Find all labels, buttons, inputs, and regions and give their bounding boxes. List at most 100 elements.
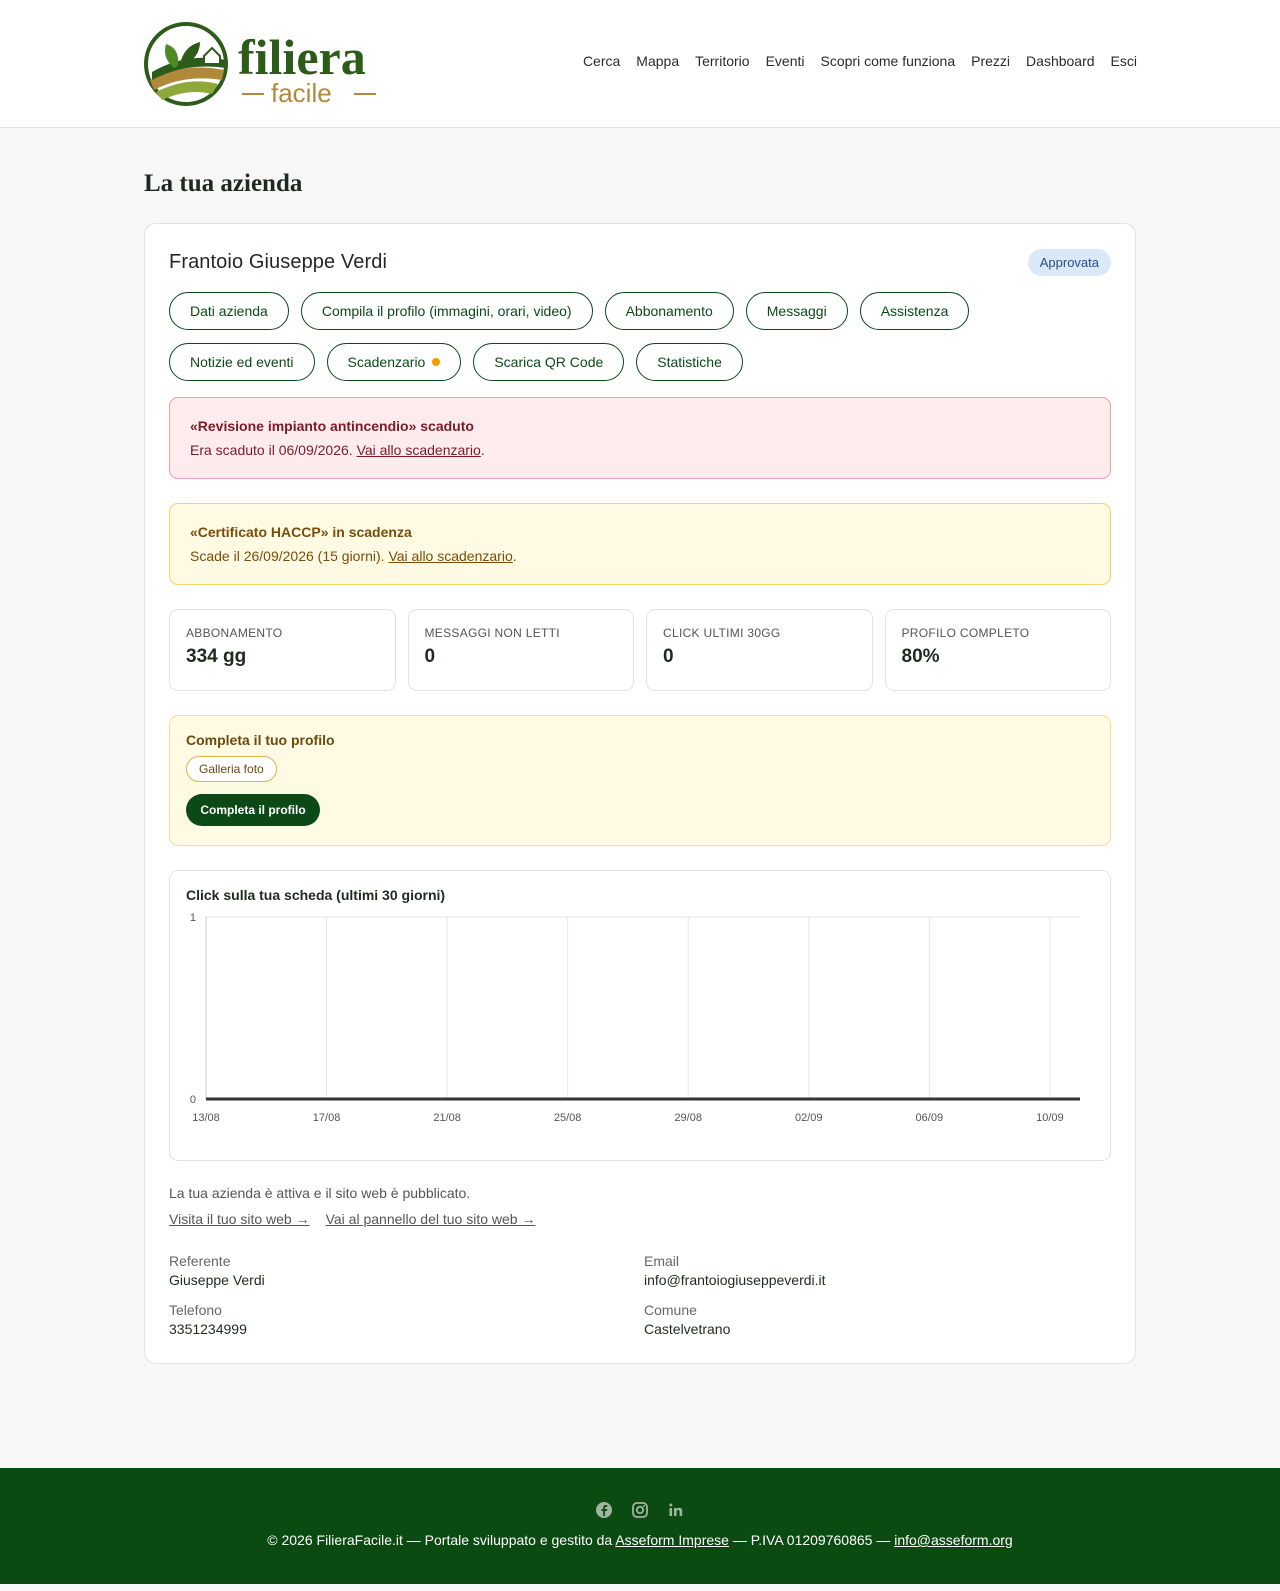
complete-profile-title: Completa il tuo profilo [186,732,335,748]
x-tick-label: 10/09 [1036,1112,1064,1124]
nav-link-scopri-come-funziona[interactable]: Scopri come funziona [821,53,956,69]
detail-telefono: Telefono 3351234999 [169,1302,636,1337]
company-card: Frantoio Giuseppe Verdi Approvata Dati a… [144,223,1136,1364]
site-header: filiera facile Cerca Mappa Territorio Event… [0,0,1280,128]
action-label: Scarica QR Code [494,354,604,370]
alert-title: «Certificato HACCP» in scadenza [190,524,412,540]
alert-text: Era scaduto il 06/09/2026. Vai allo scad… [190,438,1090,462]
go-to-scadenzario-link[interactable]: Vai allo scadenzario [357,442,481,458]
page-title: La tua azienda [144,170,303,197]
compila-profilo-button[interactable]: Compila il profilo (immagini, orari, vid… [300,292,593,330]
missing-section-tag: Galleria foto [186,756,277,782]
nav-link-mappa[interactable]: Mappa [636,53,679,69]
assistenza-button[interactable]: Assistenza [859,292,970,330]
statistiche-button[interactable]: Statistiche [636,343,743,381]
detail-value: info@frantoiogiuseppeverdi.it [644,1272,826,1288]
alert-text-end: . [512,548,517,564]
y-tick-label: 0 [190,1094,196,1106]
messaggi-button[interactable]: Messaggi [745,292,848,330]
x-tick-label: 25/08 [554,1112,582,1124]
clicks-line-chart: 13/08 17/08 21/08 25/08 29/08 02/09 06/09 10/09… [190,912,1080,1124]
complete-profile-box: Completa il tuo profilo Galleria foto Co… [169,715,1111,846]
logo-wordmark-bottom: facile [271,78,332,108]
x-tick-label: 02/09 [795,1112,823,1124]
action-label: Messaggi [766,303,827,319]
stat-label: Messaggi non letti [424,626,560,640]
stat-value: 80% [901,646,940,667]
action-label: Notizie ed eventi [190,354,294,370]
instagram-icon[interactable] [630,1500,650,1520]
action-label: Dati azienda [190,303,268,319]
site-status-text: La tua azienda è attiva e il sito web è … [169,1185,471,1201]
stat-label: Profilo completo [901,626,1030,640]
x-tick-label: 06/09 [916,1112,944,1124]
notizie-eventi-button[interactable]: Notizie ed eventi [169,343,315,381]
action-buttons: Dati azienda Compila il profilo (immagini… [169,292,1111,381]
stat-label: Abbonamento [186,626,283,640]
expired-deadline-alert: «Revisione impianto antincendio» scaduto… [169,397,1111,479]
x-tick-label: 17/08 [313,1112,341,1124]
action-label: Compila il profilo (immagini, orari, vid… [321,303,572,319]
scadenzario-button[interactable]: Scadenzario [326,343,462,381]
alert-text-body: Era scaduto il 06/09/2026. [190,442,357,458]
y-tick-label: 1 [190,912,196,924]
scarica-qr-button[interactable]: Scarica QR Code [473,343,625,381]
linkedin-icon[interactable] [666,1500,686,1520]
detail-referente: Referente Giuseppe Verdi [169,1253,636,1288]
detail-comune: Comune Castelvetrano [644,1302,1111,1337]
detail-label: Telefono [169,1302,222,1318]
action-label: Abbonamento [625,303,713,319]
expiring-deadline-alert: «Certificato HACCP» in scadenza Scade il… [169,503,1111,585]
footer-text-middle: — P.IVA 01209760865 — [728,1532,895,1548]
notification-dot-icon [432,358,441,366]
x-tick-label: 29/08 [674,1112,702,1124]
x-tick-label: 21/08 [433,1112,461,1124]
company-details: Referente Giuseppe Verdi Email info@fran… [169,1253,1111,1337]
dati-azienda-button[interactable]: Dati azienda [169,292,289,330]
alert-text: Scade il 26/09/2026 (15 giorni). Vai all… [190,544,1090,568]
footer-email-link[interactable]: info@asseform.org [894,1532,1012,1548]
alert-text-body: Scade il 26/09/2026 (15 giorni). [190,548,389,564]
alert-text-end: . [480,442,485,458]
abbonamento-button[interactable]: Abbonamento [604,292,734,330]
nav-link-prezzi[interactable]: Prezzi [971,53,1010,69]
website-panel-link[interactable]: Vai al pannello del tuo sito web → [326,1211,536,1227]
visit-website-link[interactable]: Visita il tuo sito web → [169,1211,310,1227]
go-to-scadenzario-link[interactable]: Vai allo scadenzario [388,548,512,564]
detail-value: Giuseppe Verdi [169,1272,265,1288]
detail-value: 3351234999 [169,1321,247,1337]
social-links [0,1500,1280,1520]
nav-link-eventi[interactable]: Eventi [766,53,805,69]
action-label: Scadenzario [347,354,426,370]
filiera-facile-logo[interactable]: filiera facile [144,18,384,110]
alert-title: «Revisione impianto antincendio» scaduto [190,418,474,434]
complete-profile-button[interactable]: Completa il profilo [186,794,320,826]
nav-link-esci[interactable]: Esci [1111,53,1137,69]
action-label: Assistenza [880,303,949,319]
nav-link-dashboard[interactable]: Dashboard [1026,53,1095,69]
stat-value: 0 [663,646,674,667]
main-nav: Cerca Mappa Territorio Eventi Scopri come fu… [583,53,1137,69]
chart-title: Click sulla tua scheda (ultimi 30 giorni… [186,887,446,903]
detail-value: Castelvetrano [644,1321,731,1337]
x-tick-label: 13/08 [192,1112,220,1124]
clicks-chart: Click sulla tua scheda (ultimi 30 giorni… [169,870,1111,1161]
dashboard-page: La tua azienda Frantoio Giuseppe Verdi A… [144,128,1136,1468]
site-links: Visita il tuo sito web → Vai al pannello… [169,1211,1111,1227]
nav-link-cerca[interactable]: Cerca [583,53,620,69]
stat-value: 334 gg [186,646,247,667]
action-label: Statistiche [657,354,722,370]
asseform-link[interactable]: Asseform Imprese [615,1532,729,1548]
nav-link-territorio[interactable]: Territorio [695,53,749,69]
stat-profile-complete: Profilo completo 80% [884,609,1111,691]
detail-label: Referente [169,1253,231,1269]
facebook-icon[interactable] [594,1500,614,1520]
detail-label: Comune [644,1302,697,1318]
company-name: Frantoio Giuseppe Verdi [169,250,387,273]
logo-wordmark-top: filiera [238,29,366,85]
footer-copyright: © 2026 FilieraFacile.it — Portale svilup… [0,1532,1280,1548]
stat-clicks: Click ultimi 30gg 0 [646,609,873,691]
company-card-header: Frantoio Giuseppe Verdi Approvata [169,248,1111,276]
stat-subscription: Abbonamento 334 gg [169,609,396,691]
detail-email: Email info@frantoiogiuseppeverdi.it [644,1253,1111,1288]
